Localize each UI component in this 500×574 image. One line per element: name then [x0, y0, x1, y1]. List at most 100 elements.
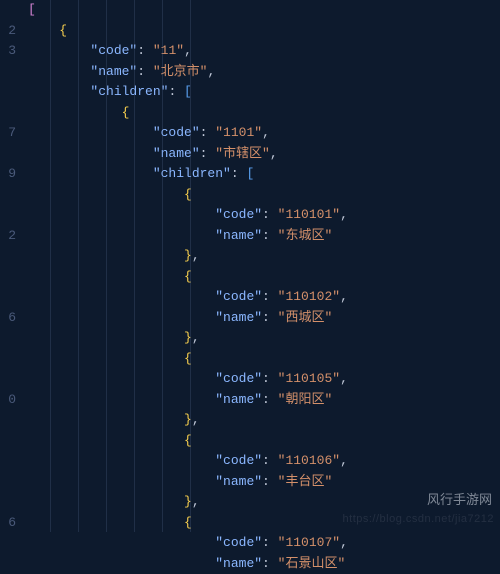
code-line[interactable]: { — [28, 185, 500, 206]
json-string: "东城区" — [278, 228, 333, 243]
code-line[interactable]: "code": "110105", — [28, 369, 500, 390]
json-string: "石景山区" — [278, 556, 346, 571]
line-number — [0, 328, 16, 349]
json-string: "丰台区" — [278, 474, 333, 489]
colon: : — [262, 392, 278, 407]
comma: , — [192, 248, 200, 263]
comma: , — [340, 371, 348, 386]
code-line[interactable]: "code": "110102", — [28, 287, 500, 308]
line-number — [0, 144, 16, 165]
colon: : — [168, 84, 184, 99]
code-line[interactable]: "name": "市辖区", — [28, 144, 500, 165]
bracket-open: [ — [28, 2, 36, 17]
colon: : — [231, 166, 247, 181]
colon: : — [200, 146, 216, 161]
brand-overlay: 风行手游网 — [427, 490, 492, 510]
json-string: "110101" — [278, 207, 340, 222]
code-line[interactable]: { — [28, 431, 500, 452]
comma: , — [340, 289, 348, 304]
line-number — [0, 103, 16, 124]
line-number — [0, 246, 16, 267]
code-line[interactable]: }, — [28, 246, 500, 267]
code-line[interactable]: "code": "110106", — [28, 451, 500, 472]
colon: : — [262, 535, 278, 550]
json-key: "code" — [215, 289, 262, 304]
json-key: "name" — [90, 64, 137, 79]
code-line[interactable]: "code": "11", — [28, 41, 500, 62]
json-key: "code" — [215, 535, 262, 550]
code-line[interactable]: }, — [28, 410, 500, 431]
comma: , — [270, 146, 278, 161]
json-string: "110102" — [278, 289, 340, 304]
line-number: 6 — [0, 513, 16, 534]
line-number — [0, 472, 16, 493]
code-line[interactable]: { — [28, 349, 500, 370]
line-number: 0 — [0, 390, 16, 411]
json-key: "name" — [153, 146, 200, 161]
code-line[interactable]: "name": "北京市", — [28, 62, 500, 83]
json-key: "children" — [153, 166, 231, 181]
code-line[interactable]: "code": "110101", — [28, 205, 500, 226]
code-line[interactable]: "name": "西城区" — [28, 308, 500, 329]
comma: , — [192, 330, 200, 345]
comma: , — [340, 535, 348, 550]
bracket-open: [ — [246, 166, 254, 181]
brace-open: { — [122, 105, 130, 120]
code-line[interactable]: [ — [28, 0, 500, 21]
line-number — [0, 492, 16, 513]
json-key: "name" — [215, 228, 262, 243]
colon: : — [262, 474, 278, 489]
code-line[interactable]: "name": "东城区" — [28, 226, 500, 247]
line-number — [0, 205, 16, 226]
comma: , — [340, 207, 348, 222]
code-line[interactable]: { — [28, 21, 500, 42]
brace-open: { — [59, 23, 67, 38]
code-line[interactable]: { — [28, 103, 500, 124]
colon: : — [200, 125, 216, 140]
watermark-text: https://blog.csdn.net/jia7212 — [343, 511, 494, 528]
json-string: "110106" — [278, 453, 340, 468]
line-number — [0, 349, 16, 370]
colon: : — [262, 556, 278, 571]
line-number: 7 — [0, 123, 16, 144]
comma: , — [192, 412, 200, 427]
code-line[interactable]: "code": "1101", — [28, 123, 500, 144]
colon: : — [262, 207, 278, 222]
json-key: "name" — [215, 556, 262, 571]
json-string: "市辖区" — [215, 146, 270, 161]
line-number — [0, 82, 16, 103]
line-number: 2 — [0, 21, 16, 42]
comma: , — [340, 453, 348, 468]
line-number — [0, 0, 16, 21]
code-line[interactable]: "children": [ — [28, 82, 500, 103]
json-string: "1101" — [215, 125, 262, 140]
colon: : — [262, 289, 278, 304]
code-line[interactable]: "children": [ — [28, 164, 500, 185]
code-line[interactable]: { — [28, 267, 500, 288]
code-line[interactable]: "code": "110107", — [28, 533, 500, 554]
line-number — [0, 410, 16, 431]
json-key: "name" — [215, 474, 262, 489]
code-line[interactable]: "name": "朝阳区" — [28, 390, 500, 411]
colon: : — [262, 453, 278, 468]
line-number — [0, 287, 16, 308]
json-string: "110105" — [278, 371, 340, 386]
json-key: "code" — [90, 43, 137, 58]
comma: , — [192, 494, 200, 509]
code-editor[interactable]: 23792606 [ { "code": "11", "name": "北京市"… — [0, 0, 500, 532]
code-area[interactable]: [ { "code": "11", "name": "北京市", "childr… — [22, 0, 500, 532]
line-number — [0, 62, 16, 83]
line-number: 3 — [0, 41, 16, 62]
line-number — [0, 369, 16, 390]
line-number: 9 — [0, 164, 16, 185]
colon: : — [262, 228, 278, 243]
json-string: "110107" — [278, 535, 340, 550]
code-line[interactable]: "name": "石景山区" — [28, 554, 500, 574]
code-line[interactable]: }, — [28, 328, 500, 349]
json-key: "name" — [215, 392, 262, 407]
line-number — [0, 431, 16, 452]
line-number: 2 — [0, 226, 16, 247]
line-number — [0, 451, 16, 472]
json-string: "11" — [153, 43, 184, 58]
json-string: "朝阳区" — [278, 392, 333, 407]
